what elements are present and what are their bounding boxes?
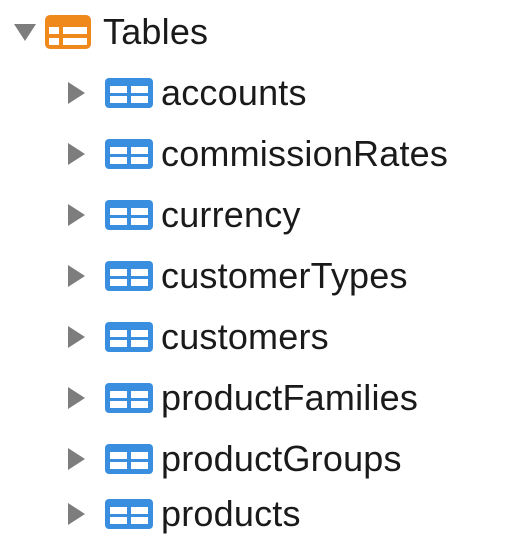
table-icon [105,261,153,291]
disclosure-collapsed-icon[interactable] [68,326,85,348]
tree-item-label: accounts [161,72,307,113]
disclosure-collapsed-icon[interactable] [68,448,85,470]
tree-item-accounts[interactable]: accounts [68,67,307,119]
tree-item-label: customerTypes [161,255,408,296]
disclosure-expanded-icon[interactable] [14,23,36,41]
table-group-icon [45,15,91,49]
tree-root-tables[interactable]: Tables [14,6,208,58]
tree-item-currency[interactable]: currency [68,189,301,241]
tree-item-products[interactable]: products [68,488,301,540]
tree-item-customers[interactable]: customers [68,311,329,363]
table-tree: Tables accounts commissionRates currency… [0,0,529,540]
table-icon [105,200,153,230]
table-icon [105,444,153,474]
table-icon [105,78,153,108]
disclosure-collapsed-icon[interactable] [68,265,85,287]
tree-item-label: productFamilies [161,377,419,418]
table-icon [105,499,153,529]
tree-item-label: currency [161,194,301,235]
tree-item-productgroups[interactable]: productGroups [68,433,402,485]
tree-item-customertypes[interactable]: customerTypes [68,250,408,302]
table-icon [105,322,153,352]
tree-item-commissionrates[interactable]: commissionRates [68,128,448,180]
disclosure-collapsed-icon[interactable] [68,82,85,104]
tree-item-label: productGroups [161,438,402,479]
tree-item-productfamilies[interactable]: productFamilies [68,372,418,424]
disclosure-collapsed-icon[interactable] [68,143,85,165]
disclosure-collapsed-icon[interactable] [68,204,85,226]
tree-item-label: products [161,493,301,534]
tree-root-label: Tables [103,11,209,52]
table-icon [105,383,153,413]
disclosure-collapsed-icon[interactable] [68,387,85,409]
table-icon [105,139,153,169]
tree-item-label: commissionRates [161,133,449,174]
tree-item-label: customers [161,316,329,357]
disclosure-collapsed-icon[interactable] [68,503,85,525]
